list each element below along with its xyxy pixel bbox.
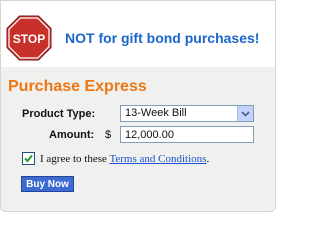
stop-sign-label: STOP [13,32,45,46]
agree-statement: I agree to these Terms and Conditions. [40,153,209,165]
chevron-down-icon[interactable] [237,106,253,121]
section-title: Purchase Express [8,78,147,95]
purchase-express-panel: STOP NOT for gift bond purchases! Purcha… [0,0,276,212]
product-type-select[interactable]: 13-Week Bill [120,105,254,122]
agree-checkbox[interactable] [22,152,35,165]
currency-symbol: $ [105,129,112,141]
agree-text: I agree to these [40,153,110,165]
buy-now-button[interactable]: Buy Now [21,176,74,192]
terms-link[interactable]: Terms and Conditions [109,153,206,165]
product-type-label: Product Type: [22,108,96,120]
stop-sign-icon: STOP [6,15,52,61]
product-type-value: 13-Week Bill [125,107,187,119]
amount-label: Amount: [49,129,95,141]
gift-bond-warning: NOT for gift bond purchases! [65,30,260,46]
check-icon [24,154,33,163]
amount-input[interactable] [120,126,254,143]
agree-period: . [206,153,210,165]
warning-banner: STOP NOT for gift bond purchases! [1,1,275,67]
